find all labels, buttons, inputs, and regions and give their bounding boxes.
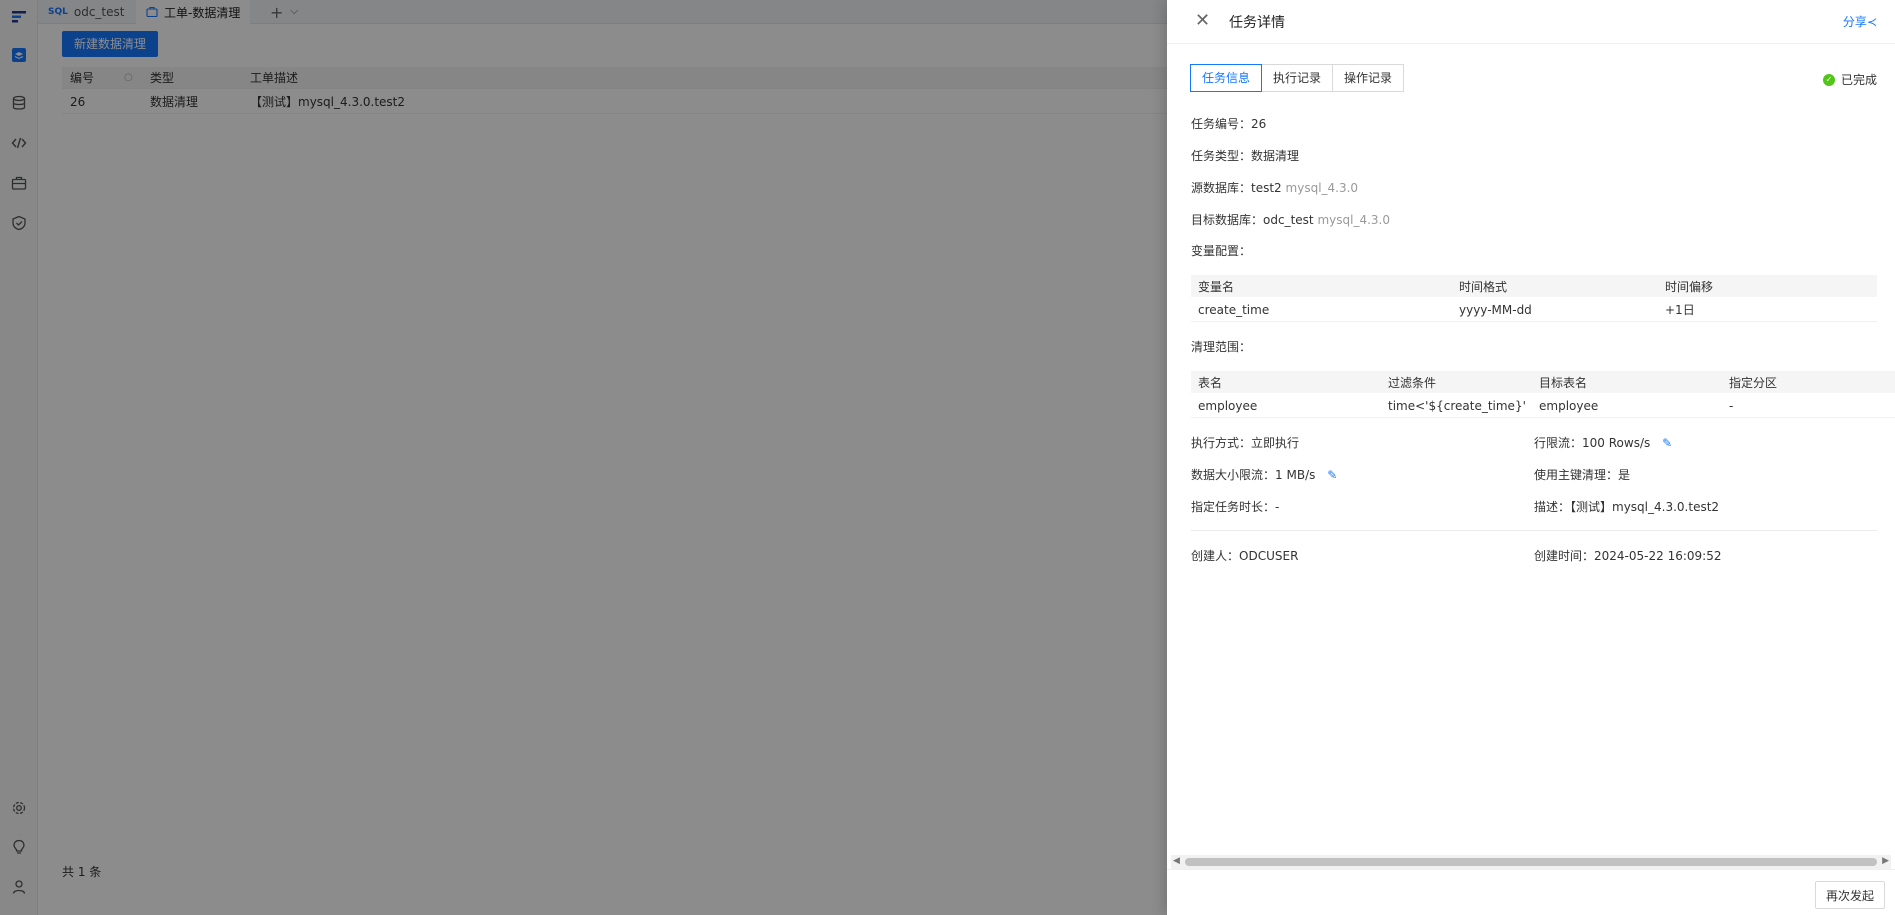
column-header-var-name: 变量名 <box>1198 279 1235 294</box>
time-format-cell: yyyy-MM-dd <box>1459 302 1532 317</box>
filter-cell: time<'${create_time}' <box>1388 398 1526 413</box>
horizontal-scrollbar[interactable]: ◀ ▶ <box>1171 855 1891 869</box>
column-header-table-name: 表名 <box>1198 375 1223 390</box>
tab-operation-records[interactable]: 操作记录 <box>1332 64 1405 92</box>
cleanup-range-label: 清理范围： <box>1191 340 1252 354</box>
description-field: 描述：【测试】mysql_4.3.0.test2 <box>1534 498 1719 515</box>
share-link[interactable]: 分享≺ <box>1843 13 1877 30</box>
scroll-right-icon[interactable]: ▶ <box>1882 856 1889 866</box>
task-detail-drawer: ✕ 任务详情 分享≺ 任务信息 执行记录 操作记录 ✓ 已完成 任务编号：26 … <box>1167 0 1895 915</box>
column-header-partition: 指定分区 <box>1729 375 1778 390</box>
table-row: employee time<'${create_time}' employee … <box>1191 394 1895 418</box>
target-table-cell: employee <box>1539 398 1599 413</box>
exec-mode-label: 执行方式： <box>1191 436 1252 450</box>
data-limit-unit: MB/s <box>1286 468 1316 482</box>
creator-value: ODCUSER <box>1239 549 1299 563</box>
task-type-label: 任务类型： <box>1191 149 1252 163</box>
target-db-value: odc_test <box>1263 213 1314 227</box>
created-time-value: 2024-05-22 16:09:52 <box>1594 549 1722 563</box>
use-pk-label: 使用主键清理： <box>1534 468 1619 482</box>
variable-config-label: 变量配置： <box>1191 244 1252 258</box>
description-label: 描述： <box>1534 500 1571 514</box>
column-header-target-table: 目标表名 <box>1539 375 1588 390</box>
row-limit-field: 行限流：100 Rows/s ✎ <box>1534 434 1672 451</box>
time-offset-cell: +1日 <box>1665 303 1695 317</box>
source-db-version: mysql_4.3.0 <box>1285 181 1359 195</box>
table-name-cell: employee <box>1198 398 1258 413</box>
status-badge: ✓ 已完成 <box>1822 71 1877 88</box>
scrollbar-thumb[interactable] <box>1185 858 1877 866</box>
row-limit-value: 100 <box>1582 436 1605 450</box>
row-limit-unit: Rows/s <box>1608 436 1651 450</box>
data-limit-value: 1 <box>1275 468 1283 482</box>
source-db-field: 源数据库：test2 mysql_4.3.0 <box>1191 179 1358 196</box>
creator-field: 创建人：ODCUSER <box>1191 547 1298 564</box>
target-db-version: mysql_4.3.0 <box>1317 213 1390 227</box>
data-limit-field: 数据大小限流：1 MB/s ✎ <box>1191 466 1337 483</box>
drawer-footer: 再次发起 <box>1167 869 1895 915</box>
target-db-field: 目标数据库：odc_test mysql_4.3.0 <box>1191 211 1390 228</box>
use-pk-value: 是 <box>1618 468 1631 482</box>
created-time-label: 创建时间： <box>1534 549 1595 563</box>
status-text: 已完成 <box>1840 73 1877 87</box>
task-id-label: 任务编号： <box>1191 117 1252 131</box>
share-label: 分享 <box>1842 15 1867 29</box>
exec-mode-field: 执行方式：立即执行 <box>1191 434 1299 451</box>
task-id-value: 26 <box>1251 117 1267 131</box>
partition-cell: - <box>1729 398 1734 413</box>
column-header-time-format: 时间格式 <box>1459 279 1508 294</box>
description-value: 【测试】mysql_4.3.0.test2 <box>1570 500 1720 514</box>
task-type-value: 数据清理 <box>1251 149 1300 163</box>
tab-task-info[interactable]: 任务信息 <box>1190 64 1263 92</box>
close-icon[interactable]: ✕ <box>1195 12 1210 30</box>
re-initiate-button[interactable]: 再次发起 <box>1814 881 1885 909</box>
task-type-field: 任务类型：数据清理 <box>1191 147 1299 164</box>
duration-label: 指定任务时长： <box>1191 500 1276 514</box>
column-header-filter: 过滤条件 <box>1388 375 1437 390</box>
duration-value: - <box>1275 500 1280 514</box>
detail-tabs: 任务信息 执行记录 操作记录 <box>1190 64 1405 92</box>
variable-table-header: 变量名 时间格式 时间偏移 <box>1191 275 1877 297</box>
range-table-header: 表名 过滤条件 目标表名 指定分区 <box>1191 371 1895 393</box>
table-row: create_time yyyy-MM-dd +1日 <box>1191 298 1877 322</box>
modal-mask[interactable] <box>0 0 1167 915</box>
creator-label: 创建人： <box>1191 549 1240 563</box>
column-header-time-offset: 时间偏移 <box>1665 279 1714 294</box>
check-circle-icon: ✓ <box>1822 73 1835 86</box>
drawer-header: ✕ 任务详情 分享≺ <box>1167 0 1895 44</box>
row-limit-label: 行限流： <box>1534 436 1583 450</box>
edit-icon[interactable]: ✎ <box>1662 436 1672 450</box>
duration-field: 指定任务时长：- <box>1191 498 1279 515</box>
scroll-left-icon[interactable]: ◀ <box>1173 856 1180 866</box>
edit-icon[interactable]: ✎ <box>1327 468 1337 482</box>
source-db-value: test2 <box>1251 181 1282 195</box>
var-name-cell: create_time <box>1198 302 1270 317</box>
created-time-field: 创建时间：2024-05-22 16:09:52 <box>1534 547 1721 564</box>
target-db-label: 目标数据库： <box>1191 213 1264 227</box>
tab-execution-records[interactable]: 执行记录 <box>1261 64 1334 92</box>
source-db-label: 源数据库： <box>1191 181 1252 195</box>
data-limit-label: 数据大小限流： <box>1191 468 1276 482</box>
use-pk-field: 使用主键清理：是 <box>1534 466 1630 483</box>
divider <box>1191 530 1877 531</box>
exec-mode-value: 立即执行 <box>1251 436 1300 450</box>
drawer-title: 任务详情 <box>1229 15 1285 31</box>
share-icon: ≺ <box>1866 15 1877 29</box>
task-id-field: 任务编号：26 <box>1191 115 1266 132</box>
